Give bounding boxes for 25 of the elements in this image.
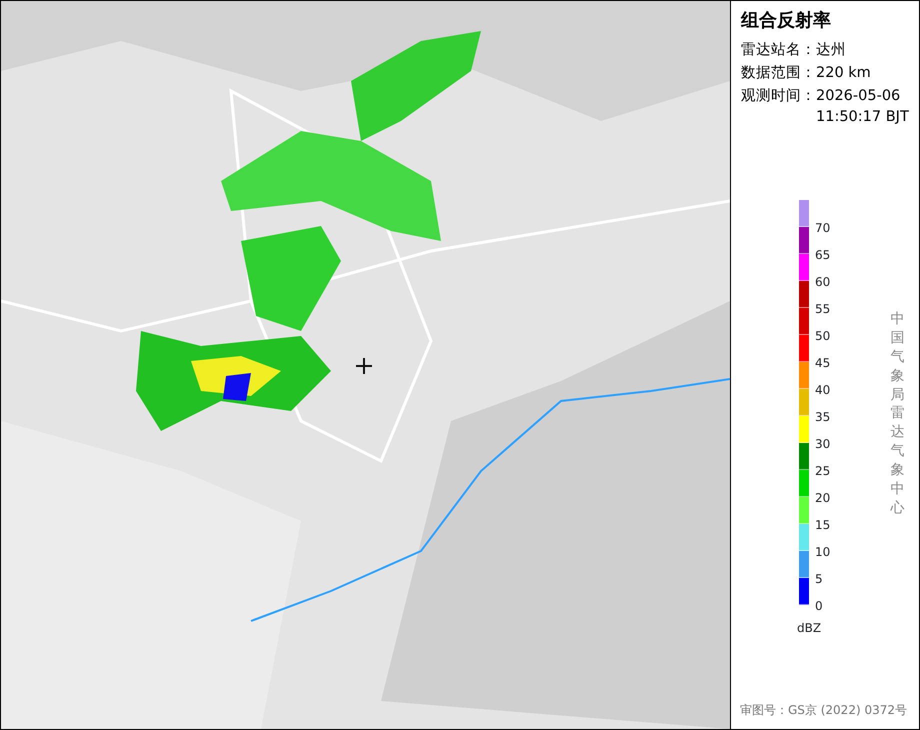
legend-label: 30 bbox=[815, 437, 830, 451]
legend-label: 10 bbox=[815, 545, 830, 559]
legend-label: 25 bbox=[815, 464, 830, 478]
legend-label: 35 bbox=[815, 410, 830, 424]
legend-label: 50 bbox=[815, 329, 830, 343]
legend-label: 55 bbox=[815, 302, 830, 316]
legend-label: 60 bbox=[815, 275, 830, 289]
legend-label: 40 bbox=[815, 383, 830, 397]
field-label: 数据范围： bbox=[741, 64, 816, 83]
unit-label: dBZ bbox=[797, 620, 822, 637]
legend-label: 20 bbox=[815, 491, 830, 505]
credit-text: 中国气象局雷达气象中心 bbox=[890, 310, 904, 518]
field-value: 达州 bbox=[816, 41, 846, 60]
field-value: 2026-05-06 11:50:17 BJT bbox=[816, 87, 909, 127]
field-value: 220 km bbox=[816, 64, 871, 83]
field-label: 观测时间： bbox=[741, 87, 816, 106]
legend-label: 0 bbox=[815, 599, 823, 613]
legend-label: 65 bbox=[815, 248, 830, 262]
legend-label: 70 bbox=[815, 221, 830, 235]
legend-label: 5 bbox=[815, 572, 823, 586]
legend-label: 45 bbox=[815, 356, 830, 370]
legend-label: 15 bbox=[815, 518, 830, 532]
field-label: 雷达站名： bbox=[741, 41, 816, 60]
approval-number: 审图号：GS京 (2022) 0372号 bbox=[740, 702, 907, 719]
chart-title: 组合反射率 bbox=[741, 9, 832, 33]
